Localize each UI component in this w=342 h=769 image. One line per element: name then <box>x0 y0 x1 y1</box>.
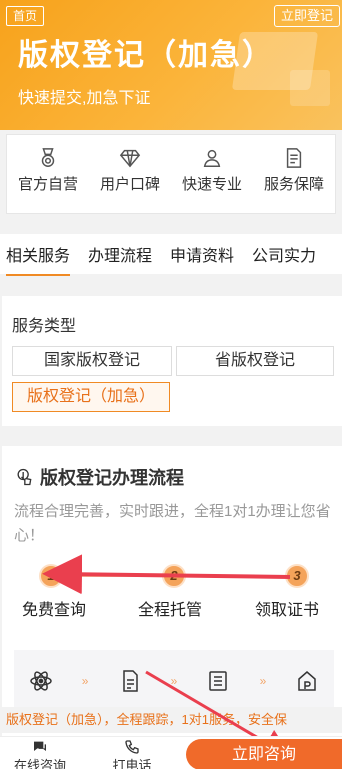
tab-process[interactable]: 办理流程 <box>82 242 158 266</box>
feature-label: 用户口碑 <box>99 176 160 193</box>
step-1-label: 免费查询 <box>22 602 87 619</box>
register-now-button[interactable]: 立即登记 <box>273 5 340 27</box>
feature-reputation: 用户口碑 <box>89 135 171 213</box>
hand-pointer-icon <box>17 468 32 486</box>
consult-now-button[interactable]: 立即咨询 <box>186 739 342 769</box>
chevron-right-icon: » <box>81 674 89 688</box>
online-consult-button[interactable]: 在线咨询 <box>0 737 80 769</box>
option-national-copyright[interactable]: 国家版权登记 <box>12 346 172 376</box>
tab-related-services[interactable]: 相关服务 <box>0 242 76 276</box>
tab-materials[interactable]: 申请资料 <box>164 242 240 266</box>
tab-company[interactable]: 公司实力 <box>246 242 322 266</box>
person-icon <box>203 149 221 167</box>
feature-label: 服务保障 <box>263 176 324 193</box>
step-1-dot: 1 <box>39 564 63 588</box>
feature-official: 官方自营 <box>7 135 89 213</box>
bottom-action-bar: 在线咨询 打电话 立即咨询 <box>0 736 342 769</box>
promo-ticker: 版权登记（加急），全程跟踪，1对1服务，安全保 <box>2 707 342 733</box>
page-title: 版权登记（加急） <box>18 39 274 72</box>
file-icon <box>122 670 138 692</box>
medal-icon <box>41 148 55 167</box>
step-2-label: 全程托管 <box>138 602 203 619</box>
call-button[interactable]: 打电话 <box>92 737 172 769</box>
document-icon <box>286 148 302 168</box>
step-3-label: 领取证书 <box>255 602 320 619</box>
hero-illustration-2 <box>290 70 330 106</box>
section-tabs: 相关服务 办理流程 申请资料 公司实力 <box>0 234 342 276</box>
atom-icon <box>29 671 52 691</box>
page-subtitle: 快速提交,加急下证 <box>18 90 151 107</box>
online-consult-label: 在线咨询 <box>13 758 66 769</box>
certificate-icon <box>298 671 317 691</box>
feature-guarantee: 服务保障 <box>253 135 335 213</box>
feature-fast: 快速专业 <box>171 135 253 213</box>
step-3-dot: 3 <box>285 564 309 588</box>
chat-icon <box>34 741 46 751</box>
form-icon <box>209 671 228 691</box>
service-type-heading: 服务类型 <box>12 318 77 335</box>
hero-banner: 首页 立即登记 版权登记（加急） 快速提交,加急下证 <box>0 0 342 130</box>
feature-label: 官方自营 <box>17 176 78 193</box>
process-title: 版权登记办理流程 <box>40 468 184 488</box>
phone-icon <box>125 740 139 754</box>
chevron-right-icon: » <box>259 674 267 688</box>
process-icons-row: » » » <box>14 650 334 712</box>
service-type-panel: 服务类型 国家版权登记 省版权登记 版权登记（加急） <box>2 296 342 426</box>
feature-bar: 官方自营 用户口碑 快速专业 服务保障 <box>6 134 336 214</box>
step-2-dot: 2 <box>162 564 186 588</box>
option-expedited-copyright[interactable]: 版权登记（加急） <box>12 382 170 412</box>
call-label: 打电话 <box>112 758 152 769</box>
feature-label: 快速专业 <box>181 176 242 193</box>
process-title-row: 版权登记办理流程 <box>14 464 184 490</box>
chevron-right-icon: » <box>170 674 178 688</box>
process-panel: 版权登记办理流程 流程合理完善，实时跟进，全程1对1办理让您省心！ 1 2 3 … <box>2 446 342 746</box>
home-button[interactable]: 首页 <box>6 6 45 26</box>
option-provincial-copyright[interactable]: 省版权登记 <box>176 346 334 376</box>
process-description: 流程合理完善，实时跟进，全程1对1办理让您省心！ <box>14 503 331 544</box>
diamond-icon <box>119 149 141 168</box>
